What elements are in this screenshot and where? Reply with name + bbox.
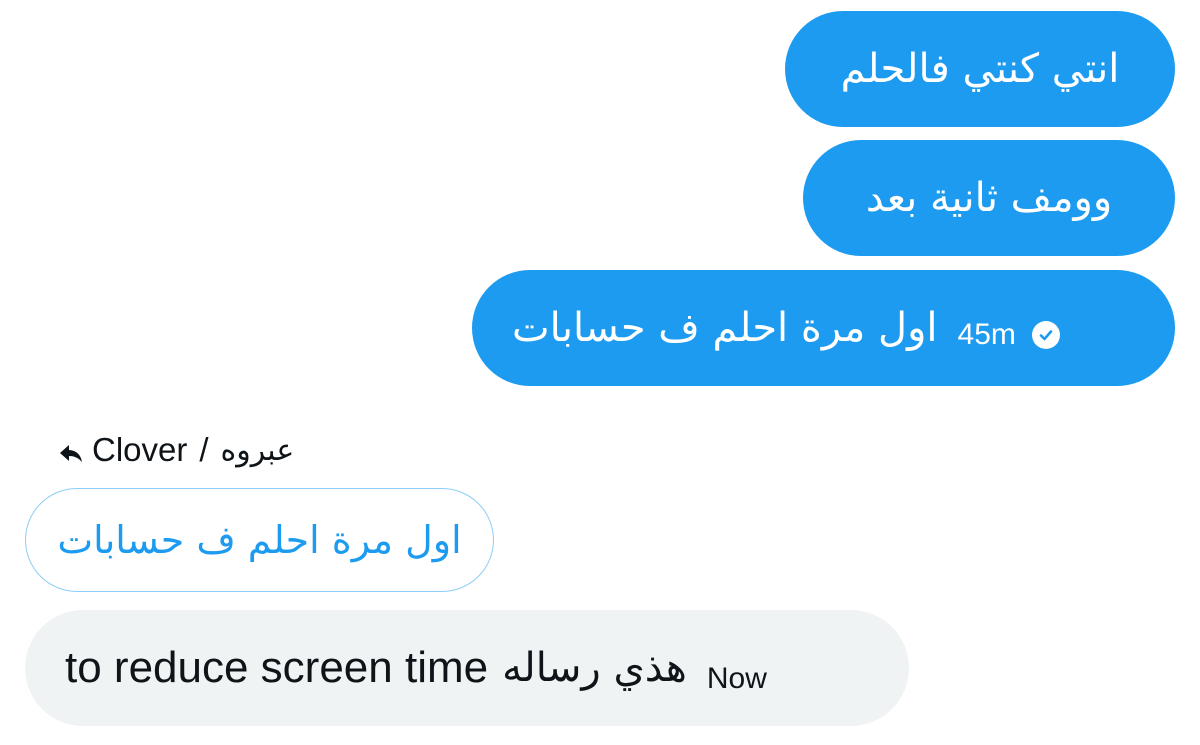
reply-author: Clover	[92, 431, 188, 468]
message-text-arabic: هذي رساله	[502, 645, 687, 691]
message-text: اول مرة احلم ف حسابات	[512, 305, 938, 351]
incoming-message-bubble[interactable]: to reduce screen time هذي رساله Now	[25, 610, 909, 726]
reply-separator: /	[199, 431, 209, 468]
outgoing-message-bubble[interactable]: انتي كنتي فالحلم	[785, 11, 1175, 127]
reply-action-label: عبروه	[220, 432, 295, 468]
reply-context: Clover / عبروه	[58, 430, 294, 470]
quoted-message[interactable]: اول مرة احلم ف حسابات	[25, 488, 494, 592]
message-text-english: to reduce screen time	[65, 643, 489, 692]
message-text: انتي كنتي فالحلم	[840, 46, 1120, 92]
message-timestamp: Now	[706, 662, 767, 695]
reply-arrow-icon	[58, 437, 84, 463]
outgoing-message-bubble[interactable]: وومف ثانية بعد	[803, 140, 1175, 256]
outgoing-message-bubble[interactable]: اول مرة احلم ف حسابات 45m	[472, 270, 1175, 386]
check-circle-icon	[1031, 321, 1060, 349]
message-text: وومف ثانية بعد	[865, 175, 1113, 221]
quoted-message-text: اول مرة احلم ف حسابات	[57, 518, 462, 562]
message-timestamp: 45m	[957, 318, 1016, 351]
